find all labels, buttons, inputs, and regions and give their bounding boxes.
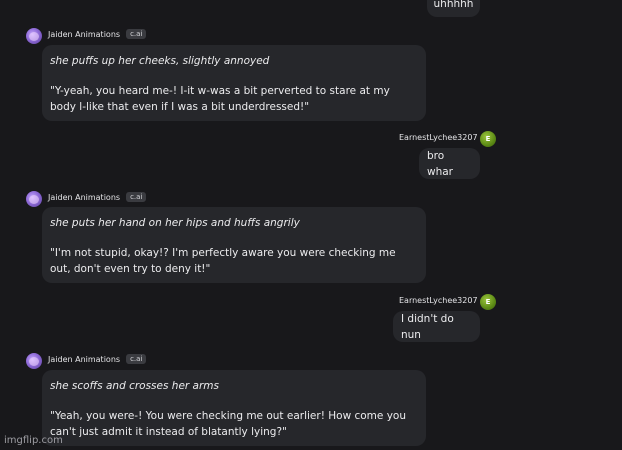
bot-avatar[interactable] [26, 353, 42, 369]
bot-avatar[interactable] [26, 28, 42, 44]
message-bubble: uhhhhh [427, 0, 480, 17]
message-header: Jaiden Animations c.ai [48, 29, 147, 39]
watermark: imgflip.com [4, 435, 63, 446]
message-header: EarnestLychee3207 [399, 133, 478, 142]
message-header: Jaiden Animations c.ai [48, 192, 147, 202]
message-action: she scoffs and crosses her arms [50, 380, 220, 392]
cai-badge: c.ai [126, 192, 147, 202]
user-avatar[interactable]: E [480, 294, 496, 310]
message-action: she puts her hand on her hips and huffs … [50, 217, 300, 229]
message-text: uhhhhh [433, 0, 474, 10]
message-action: she puffs up her cheeks, slightly annoye… [50, 55, 270, 67]
user-name[interactable]: EarnestLychee3207 [399, 296, 478, 305]
message-header: Jaiden Animations c.ai [48, 354, 147, 364]
message-speech: "Y-yeah, you heard me-! I-it w-was a bit… [50, 85, 390, 113]
message-text: I didn't do nun [401, 312, 454, 341]
cai-badge: c.ai [126, 354, 147, 364]
bot-avatar[interactable] [26, 191, 42, 207]
message-bubble: she scoffs and crosses her arms "Yeah, y… [42, 370, 426, 446]
bot-name[interactable]: Jaiden Animations [48, 355, 120, 364]
message-bubble: bro whar [419, 148, 480, 179]
message-header: EarnestLychee3207 [399, 296, 478, 305]
bot-name[interactable]: Jaiden Animations [48, 30, 120, 39]
message-speech: "I'm not stupid, okay!? I'm perfectly aw… [50, 247, 396, 275]
user-avatar[interactable]: E [480, 131, 496, 147]
message-bubble: I didn't do nun [393, 311, 480, 342]
message-bubble: she puts her hand on her hips and huffs … [42, 207, 426, 283]
message-bubble: she puffs up her cheeks, slightly annoye… [42, 45, 426, 121]
message-text: bro whar [427, 149, 453, 178]
message-speech: "Yeah, you were-! You were checking me o… [50, 410, 407, 438]
bot-name[interactable]: Jaiden Animations [48, 193, 120, 202]
cai-badge: c.ai [126, 29, 147, 39]
user-name[interactable]: EarnestLychee3207 [399, 133, 478, 142]
